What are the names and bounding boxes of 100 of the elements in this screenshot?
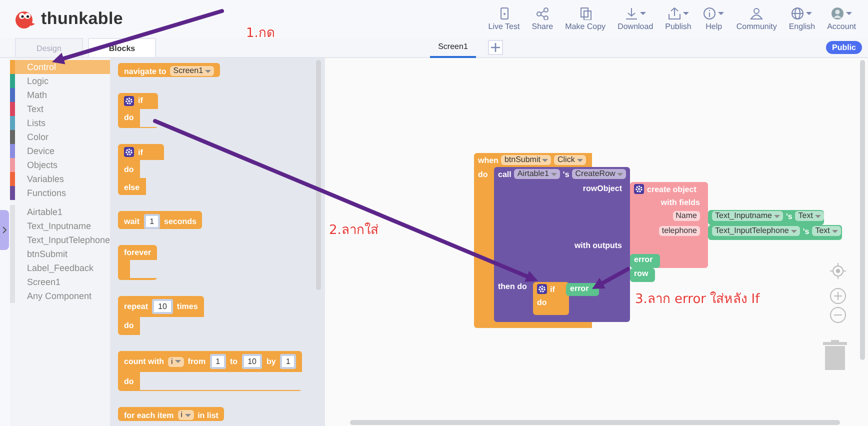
category-item[interactable]: Objects [10,158,110,172]
block-label: else [124,182,140,192]
gear-icon [124,147,134,158]
toolbar-button[interactable]: English [782,7,822,31]
block-dropdown[interactable]: Screen1 [170,66,214,76]
caret-icon [774,214,780,218]
annotation-label: 3.ลาก error ใส่หลัง If [635,290,760,309]
code-block[interactable]: when btnSubmit Click do call Airtable1 's CreateRow rowObject with outputs then do if do error [474,153,630,328]
block-label: call [498,170,512,178]
code-block[interactable]: Text_Inputname 's Text [708,210,824,225]
caret-icon [576,158,583,162]
block-label: do [124,376,134,386]
share-icon [536,7,549,20]
toolbar-button[interactable]: Account [821,7,862,31]
block-dropdown[interactable]: Text_InputTelephone [712,226,800,236]
category-item[interactable]: Device [10,144,110,158]
public-badge: Public [826,41,862,54]
component-item[interactable]: btnSubmit [10,247,110,261]
block-label: do [124,164,134,174]
trash-icon[interactable] [823,340,847,370]
download-icon [624,7,638,20]
block-label: rowObject [582,184,622,193]
avatar-icon [831,7,844,20]
component-item[interactable]: Text_Inputname [10,219,110,233]
block-label: for each item [124,410,174,420]
code-block[interactable]: navigate to Screen1 [118,63,220,77]
zoom-out-icon[interactable] [830,307,846,323]
block-label: do [537,298,547,307]
scrollbar[interactable] [350,420,840,425]
block-label: if [138,96,143,106]
block-dropdown[interactable]: Click [554,155,586,165]
recenter-icon[interactable] [830,263,846,279]
number-field[interactable]: 1 [144,214,160,230]
caret-icon [174,360,181,364]
block-dropdown[interactable]: Text [812,226,841,236]
gear-icon [124,96,134,106]
toolbar-button[interactable]: Help [697,7,730,31]
block-dropdown[interactable]: i [178,410,194,420]
code-block[interactable]: for each item i in list [118,407,224,421]
block-label: forever [124,248,152,258]
globe-icon [791,7,804,20]
block-label: repeat [124,302,148,311]
component-item[interactable]: Screen1 [10,275,110,289]
field-name: telephone [658,226,700,236]
info-icon [703,7,716,20]
scrollbar[interactable] [860,60,865,360]
code-block[interactable]: wait 1 seconds [118,211,202,230]
number-field[interactable]: 1 [210,354,226,370]
block-dropdown[interactable]: btnSubmit [501,155,552,165]
add-screen-button[interactable] [488,40,503,55]
number-field[interactable]: 10 [242,354,262,370]
category-item[interactable]: Logic [10,74,110,88]
category-item[interactable]: Variables [10,172,110,186]
block-label: in list [198,410,218,420]
toolbar-button[interactable]: Publish [659,7,698,31]
block-label: if [550,284,555,294]
category-item[interactable]: Functions [10,186,110,200]
block-dropdown[interactable]: i [168,356,184,367]
caret-icon [814,214,821,218]
component-item[interactable]: Airtable1 [10,205,110,219]
block-label: 's [562,170,570,178]
category-item[interactable]: Math [10,88,110,102]
block-dropdown[interactable]: CreateRow [572,169,626,179]
component-item[interactable]: Label_Feedback [10,261,110,275]
block-label: times [176,302,198,311]
category-item[interactable]: Text [10,102,110,116]
logo-text: thunkable [41,9,124,29]
number-field[interactable]: 1 [280,354,296,370]
component-item[interactable]: Text_InputTelephone [10,233,110,247]
annotation-arrow [592,267,630,289]
toolbar-button[interactable]: Make Copy [559,7,612,31]
annotation-label: 1.กด [246,25,274,43]
scrollbar[interactable] [316,60,321,290]
category-item[interactable]: Color [10,130,110,144]
gear-icon [537,284,547,294]
field-name: Name [672,211,700,221]
block-label: count with [124,357,164,366]
block-label: seconds [164,217,196,226]
caret-icon [790,230,797,232]
block-label: to [230,357,238,366]
copy-icon [578,7,592,20]
toolbar-button[interactable]: Download [612,7,660,31]
toolbar-button[interactable]: Share [526,7,560,31]
block-dropdown[interactable]: Text [795,211,824,221]
code-block[interactable]: call Airtable1 's CreateRow rowObject with outputs then do if do error [494,167,630,322]
category-item[interactable]: Lists [10,116,110,130]
block-label: wait [124,217,140,226]
block-dropdown[interactable]: Text_Inputname [712,211,783,221]
component-item[interactable]: Any Component [10,289,110,303]
annotation-label: 2.ลากใส่ [329,222,378,240]
block-label: create object [647,184,696,194]
toolbar-button[interactable]: Community [730,7,783,31]
code-block[interactable]: Text_InputTelephone 's Text [708,225,842,240]
toolbar-button[interactable]: Live Test [482,7,526,31]
block-label: with fields [660,198,700,207]
zoom-in-icon[interactable] [830,288,846,304]
caret-icon [205,70,212,72]
block-dropdown[interactable]: Airtable1 [514,169,560,179]
number-field[interactable]: 10 [152,298,173,314]
expand-handle[interactable] [0,210,9,250]
